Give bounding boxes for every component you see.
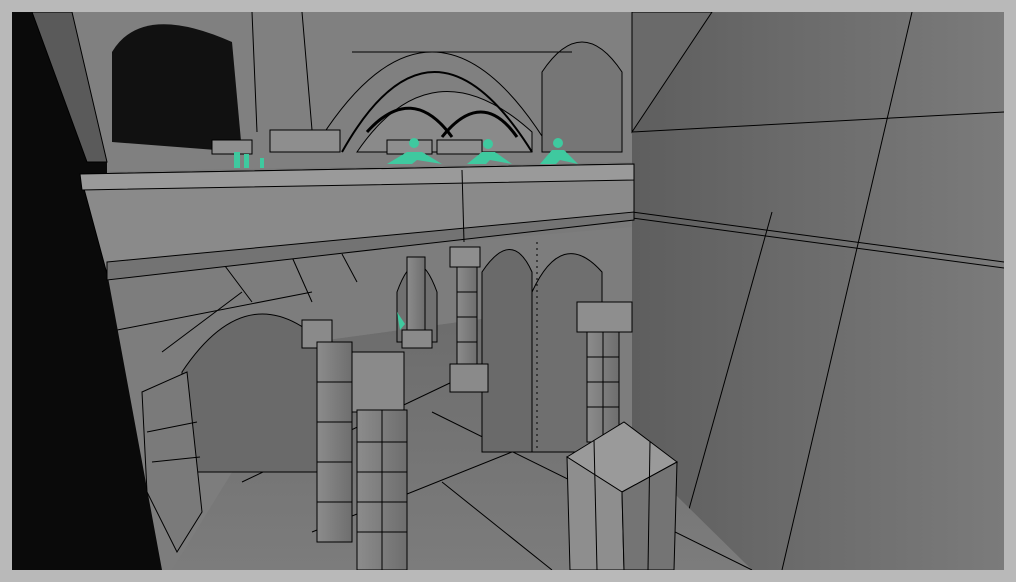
viewport-border-left: [0, 0, 12, 582]
3d-viewport[interactable]: [12, 12, 1004, 570]
viewport-frame: [0, 0, 1016, 582]
scene-render[interactable]: [12, 12, 1004, 570]
viewport-border-top: [0, 0, 1016, 12]
right-wall: [631, 12, 1004, 570]
viewport-border-bottom: [0, 570, 1016, 582]
upper-gallery: [72, 12, 713, 172]
viewport-border-right: [1004, 0, 1016, 582]
